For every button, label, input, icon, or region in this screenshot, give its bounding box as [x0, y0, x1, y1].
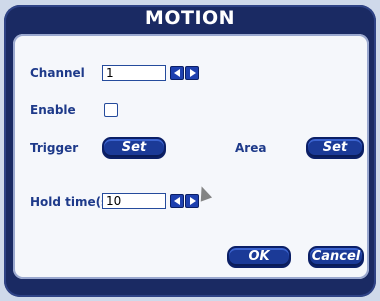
ok-button[interactable]: OK — [227, 246, 291, 268]
hold-time-decrement-button[interactable] — [170, 194, 184, 208]
area-set-button[interactable]: Set — [306, 137, 364, 159]
enable-label: Enable — [30, 103, 76, 117]
arrow-left-icon — [173, 69, 180, 77]
channel-input[interactable]: 1 — [102, 65, 166, 81]
arrow-right-icon — [189, 197, 196, 205]
arrow-left-icon — [173, 197, 180, 205]
trigger-label: Trigger — [30, 141, 79, 155]
arrow-right-icon — [189, 69, 196, 77]
hold-time-increment-button[interactable] — [185, 194, 199, 208]
trigger-set-button[interactable]: Set — [102, 137, 166, 159]
hold-time-input[interactable]: 10 — [102, 193, 166, 209]
dialog-title: MOTION — [144, 7, 236, 29]
channel-decrement-button[interactable] — [170, 66, 184, 80]
cancel-button[interactable]: Cancel — [308, 246, 364, 268]
channel-label: Channel — [30, 66, 85, 80]
channel-increment-button[interactable] — [185, 66, 199, 80]
area-label: Area — [235, 141, 267, 155]
enable-checkbox[interactable] — [104, 103, 118, 117]
